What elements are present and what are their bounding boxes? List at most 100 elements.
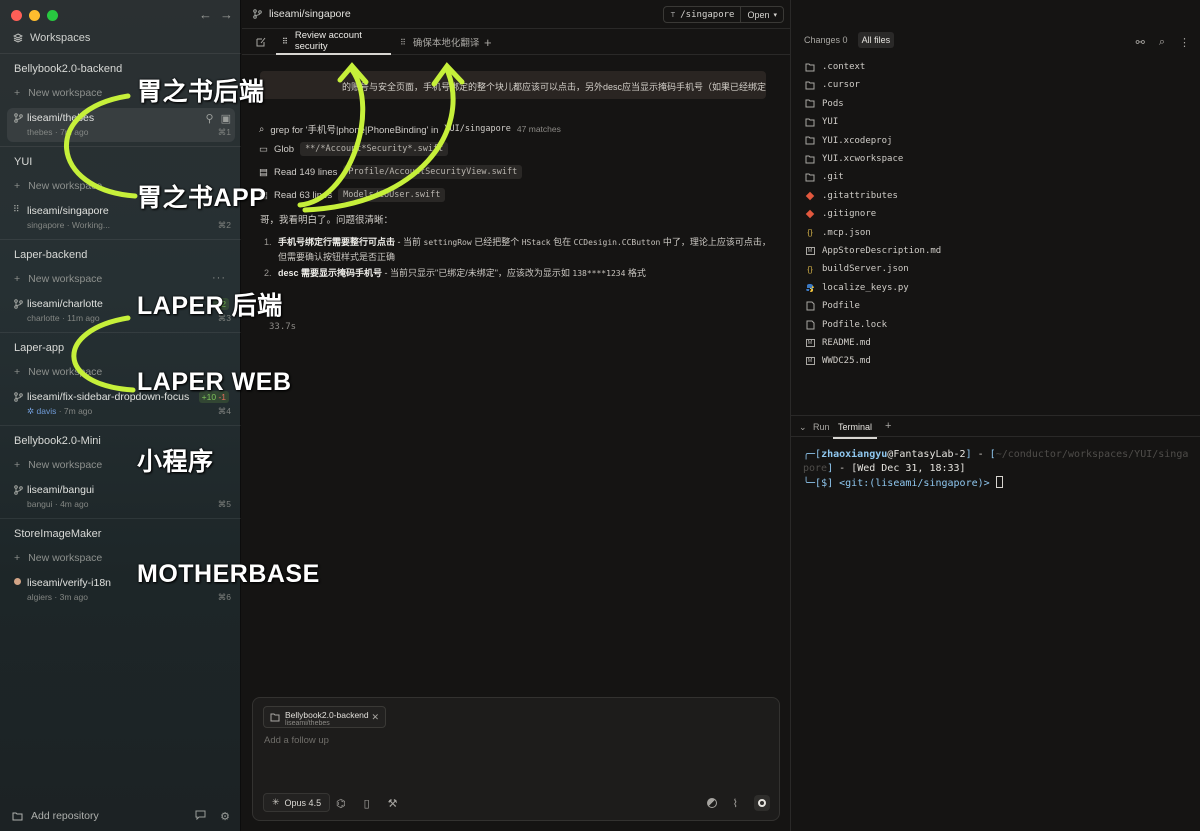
new-workspace-label: New workspace [28, 87, 103, 99]
file-item[interactable]: {} .mcp.json [805, 228, 870, 238]
file-item[interactable]: localize_keys.py [805, 283, 909, 293]
gear-icon[interactable]: ⚙ [220, 810, 230, 823]
tool-call-read-2[interactable]: ▤ Read 63 lines Models/CoUser.swift [259, 188, 446, 202]
file-item[interactable]: .cursor [805, 80, 860, 90]
new-workspace-button[interactable]: + New workspace [14, 87, 102, 99]
close-window-button[interactable] [11, 10, 22, 21]
folder-icon [805, 173, 815, 182]
git-branch-icon [253, 9, 262, 19]
terminal-line: ╭─[zhaoxiangyu@FantasyLab-2] - [~/conduc… [803, 449, 1189, 460]
file-item[interactable]: M WWDC25.md [805, 356, 871, 366]
more-options-icon[interactable]: ⋮ [1179, 36, 1190, 49]
file-item[interactable]: .git [805, 172, 844, 182]
file-item[interactable]: .context [805, 62, 865, 72]
folder-icon [805, 136, 815, 145]
markdown-icon: M [805, 357, 815, 366]
new-chat-icon[interactable] [256, 37, 266, 47]
window-controls [11, 10, 58, 21]
more-options-icon[interactable]: ··· [212, 272, 226, 284]
add-terminal-button[interactable]: + [885, 420, 891, 432]
search-icon[interactable]: ⌕ [1159, 36, 1165, 49]
tool-call-glob[interactable]: ▭ Glob **/*Account*Security*.swift [259, 142, 449, 156]
folder-icon [805, 99, 815, 108]
chat-icon[interactable] [195, 810, 206, 823]
tree-icon[interactable]: ⚯ [1136, 36, 1145, 49]
file-item[interactable]: Pods [805, 99, 844, 109]
tab-localization[interactable]: ⠿ 确保本地化翻译 [400, 29, 480, 55]
stop-button[interactable] [754, 795, 770, 811]
new-workspace-button[interactable]: + New workspace [14, 366, 102, 378]
forward-arrow-icon[interactable]: → [220, 7, 233, 22]
new-workspace-button[interactable]: + New workspace [14, 180, 102, 192]
file-item[interactable]: .gitignore [805, 209, 876, 219]
terminal-line: pore] - [Wed Dec 31, 18:33] [803, 463, 966, 474]
file-item[interactable]: YUI [805, 117, 838, 127]
file-item[interactable]: {} buildServer.json [805, 264, 908, 274]
wrench-icon[interactable]: ⚒ [388, 797, 398, 810]
tool-verb: Read 63 lines [273, 189, 333, 201]
minimize-window-button[interactable] [29, 10, 40, 21]
archive-icon[interactable]: ▣ [221, 112, 231, 125]
close-icon[interactable]: ✕ [371, 712, 379, 723]
tab-terminal[interactable]: Terminal [832, 422, 878, 439]
git-branch-icon [14, 299, 23, 309]
annotation-label: MOTHERBASE [137, 560, 320, 588]
tab-run[interactable]: Run [813, 422, 830, 432]
file-item[interactable]: Podfile [805, 301, 860, 311]
new-workspace-label: New workspace [28, 366, 103, 378]
file-item[interactable]: Podfile.lock [805, 320, 887, 330]
back-arrow-icon[interactable]: ← [199, 7, 212, 22]
file-item[interactable]: YUI.xcworkspace [805, 154, 903, 164]
new-workspace-label: New workspace [28, 273, 103, 285]
changes-count: 0 [842, 35, 848, 45]
new-workspace-button[interactable]: + New workspace [14, 459, 102, 471]
folder-icon [805, 155, 815, 164]
file-item[interactable]: .gitattributes [805, 191, 898, 201]
workspaces-label: Workspaces [30, 32, 91, 44]
plus-icon: + [14, 180, 21, 192]
file-name: AppStoreDescription.md [822, 246, 942, 256]
chevron-down-icon[interactable]: ⌄ [799, 422, 807, 433]
tab-review-account-security[interactable]: ⠿ Review account security [276, 29, 391, 55]
list-text-part: 格式 [625, 268, 646, 278]
file-name: .context [822, 62, 866, 72]
file-item[interactable]: M AppStoreDescription.md [805, 246, 941, 256]
drag-handle-icon[interactable]: ⠿ [13, 204, 20, 215]
tool-call-grep[interactable]: ⌕ grep for '手机号|phone|PhoneBinding' in Y… [259, 122, 561, 137]
branch-pill-button[interactable]: ⊤ /singapore [664, 7, 742, 22]
context-chip-title: Bellybook2.0-backend [285, 710, 369, 720]
zoom-window-button[interactable] [47, 10, 58, 21]
tool-call-read-1[interactable]: ▤ Read 149 lines Profile/AccountSecurity… [259, 165, 523, 179]
list-text: 手机号绑定行需要整行可点击 - 当前 settingRow 已经把整个 HSta… [278, 235, 774, 264]
terminal-cursor [995, 476, 1003, 488]
paperclip-icon[interactable]: ⌇ [733, 797, 738, 810]
workspace-item-thebes[interactable]: liseami/thebes thebes · 7m ago ⚲ ▣ ⌘1 [7, 108, 235, 142]
terminal-output[interactable]: ╭─[zhaoxiangyu@FantasyLab-2] - [~/conduc… [803, 448, 1193, 491]
clipboard-icon[interactable]: ▯ [364, 797, 370, 810]
workspace-meta: bangui · 4m ago [27, 499, 89, 509]
model-selector[interactable]: ✳ Opus 4.5 [263, 793, 331, 812]
tab-changes[interactable]: Changes 0 [800, 32, 852, 48]
add-tab-button[interactable]: + [484, 29, 492, 55]
chevron-down-icon: ▾ [773, 11, 777, 19]
brain-icon[interactable]: ⌬ [336, 797, 346, 810]
workspace-item-bangui[interactable]: liseami/bangui bangui · 4m ago ⌘5 [7, 480, 235, 514]
follow-up-input[interactable]: Add a follow up [264, 735, 329, 746]
model-label: Opus 4.5 [284, 797, 322, 808]
file-item[interactable]: YUI.xcodeproj [805, 136, 892, 146]
term-user: zhaoxiangyu [821, 449, 888, 460]
open-button[interactable]: Open ▾ [741, 7, 783, 22]
context-chip[interactable]: Bellybook2.0-backend liseami/thebes ✕ [263, 706, 386, 728]
workspace-actions: ⚲ ▣ [206, 112, 231, 125]
new-workspace-button[interactable]: + New workspace [14, 552, 102, 564]
file-item[interactable]: M README.md [805, 338, 871, 348]
term-path: ~/conductor/workspaces/YUI/singa [995, 449, 1189, 460]
tab-all-files[interactable]: All files [857, 32, 895, 48]
workspaces-header[interactable]: Workspaces [13, 32, 90, 44]
workspace-branch: liseami/verify-i18n [27, 577, 112, 589]
workspace-branch: liseami/bangui [27, 484, 95, 496]
new-workspace-button[interactable]: + New workspace [14, 273, 102, 285]
tab-label: Review account security [294, 30, 362, 52]
add-repository-button[interactable]: Add repository [12, 810, 99, 822]
pin-icon[interactable]: ⚲ [206, 112, 214, 125]
